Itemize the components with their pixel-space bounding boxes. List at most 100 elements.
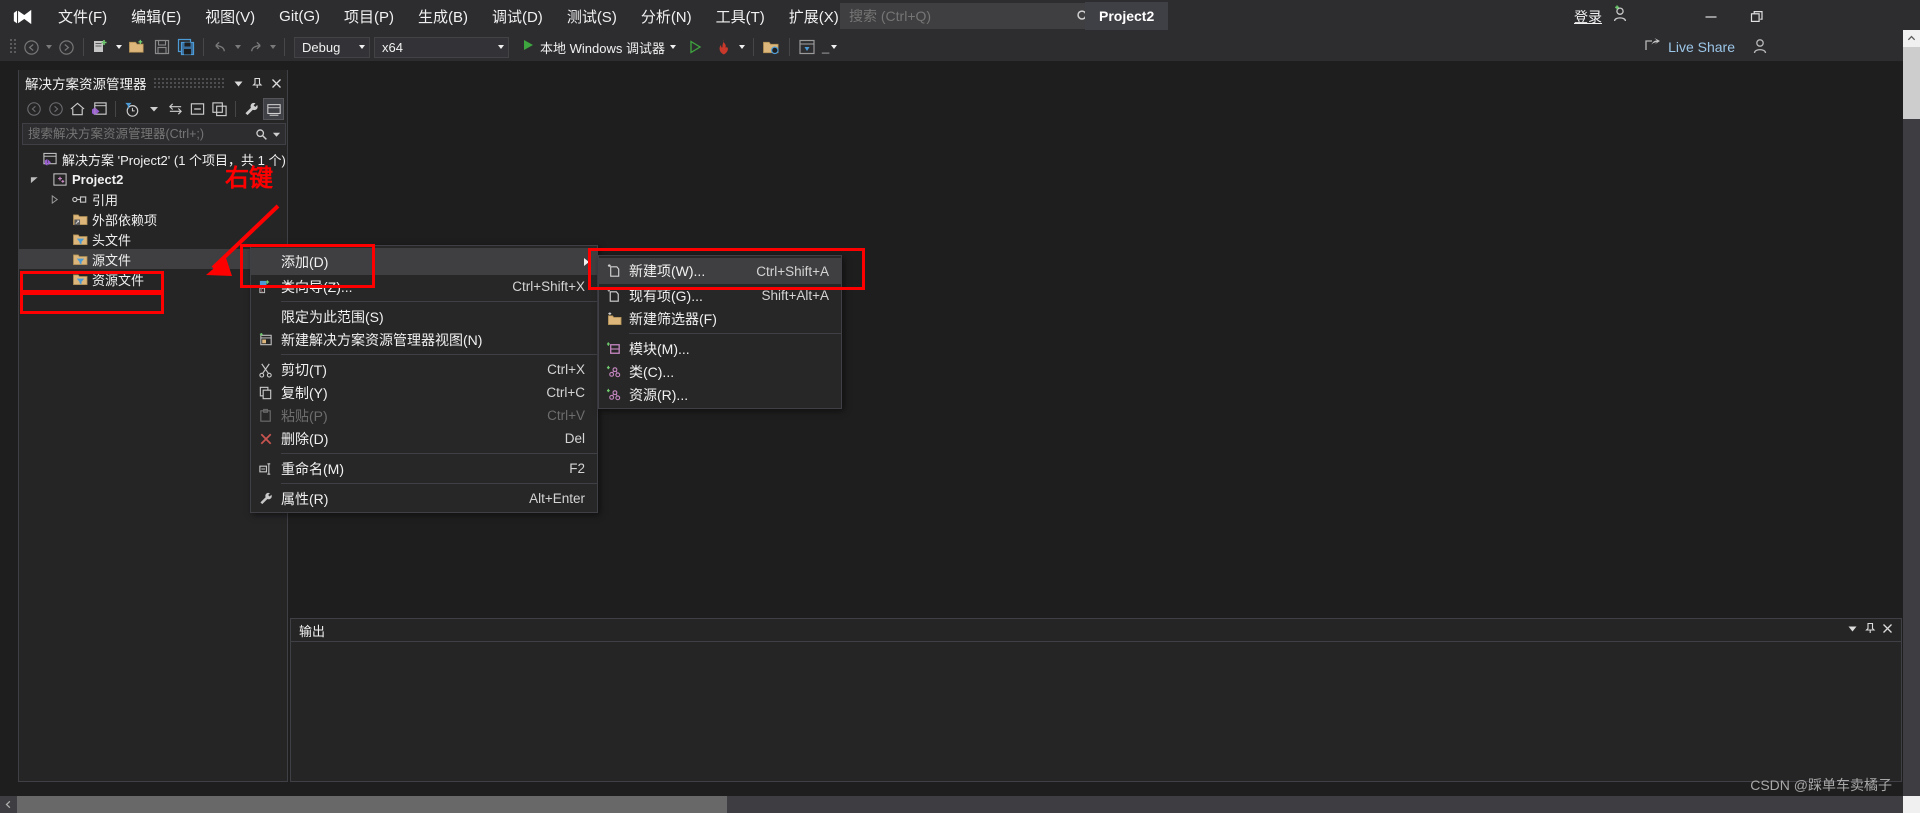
- back-icon[interactable]: [23, 98, 44, 120]
- submenu-item-resource[interactable]: 资源(R)...: [599, 383, 841, 406]
- pending-changes-filter-icon[interactable]: [121, 98, 142, 120]
- close-icon[interactable]: [1882, 621, 1897, 639]
- solution-view-icon[interactable]: [89, 98, 110, 120]
- references-icon: [71, 193, 89, 206]
- submenu-item-new-item[interactable]: 新建项(W)... Ctrl+Shift+A: [599, 258, 841, 284]
- properties-wrench-icon[interactable]: [241, 98, 262, 120]
- hot-reload-icon[interactable]: [712, 35, 736, 59]
- visual-studio-window: 文件(F) 编辑(E) 视图(V) Git(G) 项目(P) 生成(B) 调试(…: [0, 0, 1920, 813]
- menu-item-build[interactable]: 生成(B): [406, 0, 480, 33]
- forward-icon[interactable]: [45, 98, 66, 120]
- share-icon: [1644, 36, 1662, 58]
- show-all-files-icon[interactable]: [209, 98, 230, 120]
- vertical-scrollbar-track[interactable]: [1903, 30, 1920, 813]
- menu-item-paste-label: 粘贴(P): [281, 407, 328, 424]
- navigate-forward-icon[interactable]: [55, 35, 78, 59]
- new-project-icon[interactable]: [89, 35, 113, 59]
- home-icon[interactable]: [67, 98, 88, 120]
- menu-item-copy[interactable]: 复制(Y) Ctrl+C: [251, 381, 597, 404]
- open-file-icon[interactable]: [125, 35, 150, 59]
- new-project-dropdown-icon[interactable]: [113, 35, 125, 59]
- filter-folder-icon: [71, 232, 89, 247]
- submenu-item-existing-item[interactable]: 现有项(G)... Shift+Alt+A: [599, 284, 841, 307]
- global-search-box[interactable]: [840, 3, 1100, 29]
- chevron-down-icon[interactable]: [272, 130, 285, 139]
- menu-item-cut[interactable]: 剪切(T) Ctrl+X: [251, 358, 597, 381]
- login-label[interactable]: 登录: [1574, 7, 1602, 27]
- person-icon[interactable]: [1750, 36, 1770, 61]
- menu-item-rename[interactable]: 重命名(M) F2: [251, 457, 597, 480]
- tree-row[interactable]: 源文件: [19, 249, 287, 269]
- undo-dropdown-icon[interactable]: [232, 35, 244, 59]
- save-icon[interactable]: [150, 35, 174, 59]
- menu-item-new-solution-explorer-view[interactable]: 新建解决方案资源管理器视图(N): [251, 328, 597, 351]
- panel-dropdown-icon[interactable]: [230, 73, 246, 93]
- undo-icon[interactable]: [209, 35, 232, 59]
- play-outline-icon[interactable]: [684, 35, 706, 59]
- existing-item-icon: [599, 288, 629, 304]
- live-share-button[interactable]: Live Share: [1644, 33, 1735, 61]
- window-layout-icon[interactable]: [795, 35, 819, 59]
- navigate-backward-icon[interactable]: [20, 35, 43, 59]
- expander-expanded-icon[interactable]: [27, 175, 41, 184]
- collapse-all-icon[interactable]: [187, 98, 208, 120]
- vertical-scrollbar-thumb[interactable]: [1903, 47, 1920, 119]
- navigate-backward-dropdown-icon[interactable]: [43, 35, 55, 59]
- expander-collapsed-icon[interactable]: [47, 194, 61, 204]
- solution-platform-combo[interactable]: x64: [374, 36, 509, 58]
- close-icon[interactable]: [268, 73, 284, 93]
- menu-item-cut-label: 剪切(T): [281, 361, 327, 378]
- menu-item-add[interactable]: 添加(D): [251, 248, 597, 275]
- toolbar-overflow-icon[interactable]: _: [819, 35, 840, 59]
- tree-row[interactable]: 头文件: [19, 229, 287, 249]
- start-debugging-dropdown-icon[interactable]: [669, 45, 676, 49]
- scroll-left-arrow-icon[interactable]: [0, 796, 17, 813]
- save-all-icon[interactable]: [174, 35, 198, 59]
- solution-explorer-search[interactable]: [22, 123, 286, 145]
- filter-dropdown-icon[interactable]: [143, 98, 164, 120]
- scroll-up-arrow-icon[interactable]: [1903, 30, 1920, 47]
- search-input[interactable]: [841, 8, 1076, 24]
- menu-item-class-wizard[interactable]: C 类向导(Z)... Ctrl+Shift+X: [251, 275, 597, 298]
- solution-search-input[interactable]: [23, 127, 255, 141]
- menu-item-analyze[interactable]: 分析(N): [629, 0, 704, 33]
- menu-item-git[interactable]: Git(G): [267, 0, 332, 33]
- menu-item-debug[interactable]: 调试(D): [480, 0, 555, 33]
- redo-icon[interactable]: [244, 35, 267, 59]
- menu-item-view[interactable]: 视图(V): [193, 0, 267, 33]
- output-panel-header: 输出: [291, 619, 1901, 641]
- submenu-item-class[interactable]: 类(C)...: [599, 360, 841, 383]
- search-icon[interactable]: [255, 128, 272, 141]
- redo-dropdown-icon[interactable]: [267, 35, 279, 59]
- add-person-icon[interactable]: [1610, 4, 1630, 29]
- tree-row[interactable]: 资源文件: [19, 269, 287, 289]
- submenu-item-module[interactable]: 模块(M)...: [599, 337, 841, 360]
- panel-dropdown-icon[interactable]: [1847, 621, 1858, 639]
- menu-item-tools[interactable]: 工具(T): [704, 0, 777, 33]
- hot-reload-dropdown-icon[interactable]: [736, 35, 748, 59]
- folder-properties-icon[interactable]: [759, 35, 784, 59]
- menu-item-test[interactable]: 测试(S): [555, 0, 629, 33]
- output-panel: 输出: [290, 618, 1902, 782]
- minimize-icon[interactable]: [1688, 0, 1734, 33]
- pin-icon[interactable]: [1864, 621, 1876, 639]
- horizontal-scrollbar-thumb[interactable]: [17, 796, 727, 813]
- menu-item-new-solution-explorer-view-label: 新建解决方案资源管理器视图(N): [281, 331, 483, 348]
- tree-label-source-files: 源文件: [92, 252, 132, 268]
- tree-row[interactable]: 外部依赖项: [19, 209, 287, 229]
- pin-icon[interactable]: [249, 73, 265, 93]
- submenu-item-new-filter[interactable]: 新建筛选器(F): [599, 307, 841, 330]
- preview-selected-items-icon[interactable]: [263, 98, 284, 120]
- menu-item-edit[interactable]: 编辑(E): [119, 0, 193, 33]
- menu-item-file[interactable]: 文件(F): [46, 0, 119, 33]
- solution-configuration-combo[interactable]: Debug: [294, 36, 370, 58]
- menu-item-properties[interactable]: 属性(R) Alt+Enter: [251, 487, 597, 510]
- start-debugging-button[interactable]: 本地 Windows 调试器: [517, 35, 680, 59]
- menu-item-project[interactable]: 项目(P): [332, 0, 406, 33]
- login-area[interactable]: 登录: [1574, 0, 1630, 33]
- solution-name-tab[interactable]: Project2: [1085, 2, 1169, 30]
- menu-item-scope-to-this[interactable]: 限定为此范围(S): [251, 305, 597, 328]
- restore-icon[interactable]: [1734, 0, 1780, 33]
- menu-item-delete[interactable]: 删除(D) Del: [251, 427, 597, 450]
- sync-with-active-document-icon[interactable]: [165, 98, 186, 120]
